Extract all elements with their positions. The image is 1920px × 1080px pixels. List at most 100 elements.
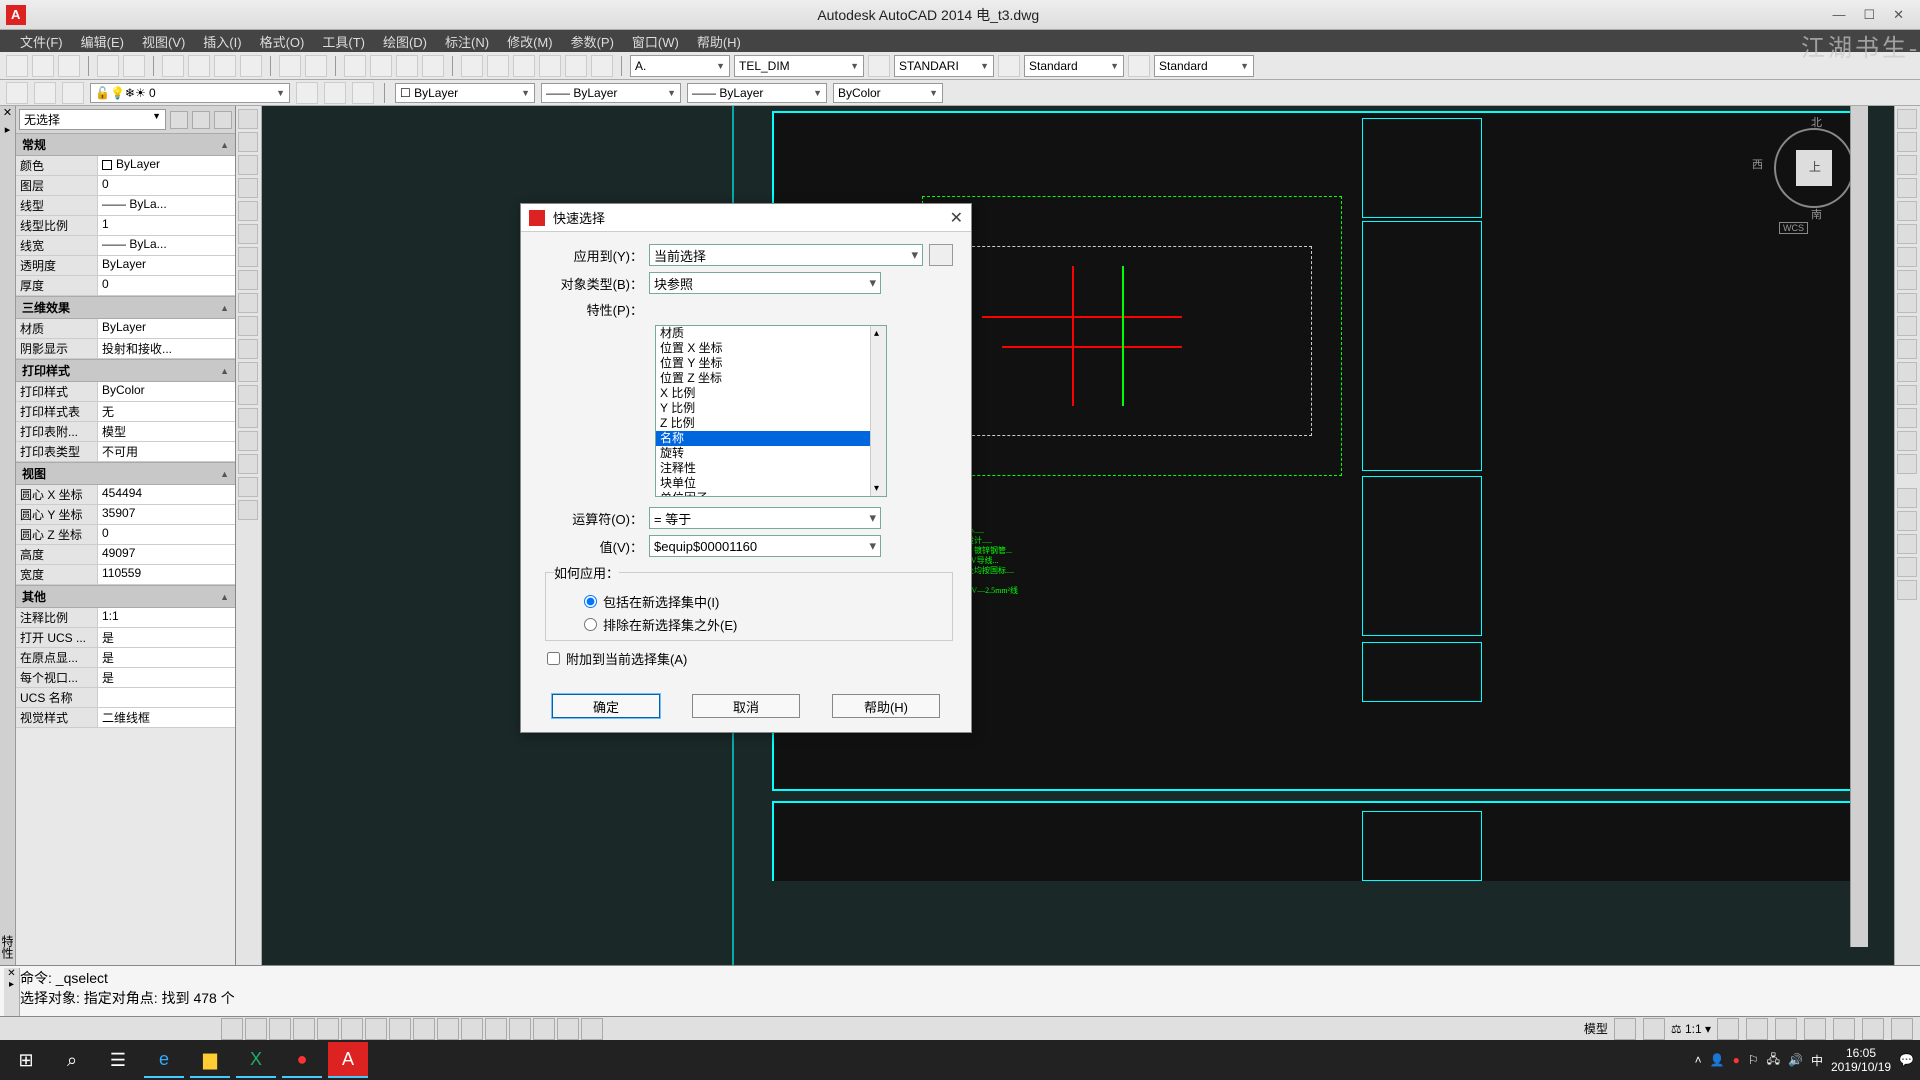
layer-props-icon[interactable]	[6, 82, 28, 104]
menu-format[interactable]: 格式(O)	[260, 32, 305, 51]
select-objects-icon[interactable]	[929, 244, 953, 266]
prop-value[interactable]: 49097	[98, 545, 235, 564]
prop-section[interactable]: 三维效果	[16, 296, 235, 319]
layer-combo[interactable]: 🔓💡❄☀ 0	[90, 83, 290, 103]
tray-notif-icon[interactable]: 💬	[1899, 1053, 1914, 1067]
prop-row[interactable]: 打开 UCS ...是	[16, 628, 235, 648]
props-icon[interactable]	[461, 55, 483, 77]
prop-value[interactable]: 是	[98, 628, 235, 647]
prop-row[interactable]: 材质ByLayer	[16, 319, 235, 339]
prop-section[interactable]: 视图	[16, 462, 235, 485]
navbar-icon[interactable]	[1897, 488, 1917, 508]
menu-file[interactable]: 文件(F)	[20, 32, 63, 51]
record-icon[interactable]: ●	[282, 1042, 322, 1078]
navshow-icon[interactable]	[1897, 580, 1917, 600]
prop-row[interactable]: 颜色ByLayer	[16, 156, 235, 176]
addsel-icon[interactable]	[238, 500, 258, 520]
rectangle-icon[interactable]	[238, 178, 258, 198]
clean-icon[interactable]	[1891, 1018, 1913, 1040]
layer-make-icon[interactable]	[296, 82, 318, 104]
prop-row[interactable]: 圆心 Y 坐标35907	[16, 505, 235, 525]
menu-draw[interactable]: 绘图(D)	[383, 32, 427, 51]
block-icon[interactable]	[238, 339, 258, 359]
selectobj-icon[interactable]	[192, 111, 210, 129]
stretch-icon[interactable]	[1897, 293, 1917, 313]
erase-icon[interactable]	[1897, 109, 1917, 129]
quickselect-icon[interactable]	[170, 111, 188, 129]
menu-modify[interactable]: 修改(M)	[507, 32, 553, 51]
print-icon[interactable]	[97, 55, 119, 77]
edge-icon[interactable]: e	[144, 1042, 184, 1078]
chamfer-icon[interactable]	[1897, 408, 1917, 428]
list-item[interactable]: 位置 Y 坐标	[656, 356, 886, 371]
redo-icon[interactable]	[305, 55, 327, 77]
dyn-icon[interactable]	[413, 1018, 435, 1040]
extend-icon[interactable]	[1897, 339, 1917, 359]
prop-value[interactable]: 0	[98, 276, 235, 295]
otrack-icon[interactable]	[365, 1018, 387, 1040]
designcenter-icon[interactable]	[487, 55, 509, 77]
model-space-btn[interactable]: 模型	[1584, 1020, 1608, 1037]
maximize-icon[interactable]: ☐	[1863, 7, 1875, 23]
isolate-icon[interactable]	[1862, 1018, 1884, 1040]
radio-include[interactable]: 包括在新选择集中(I)	[584, 592, 944, 611]
layer-filter-icon[interactable]	[62, 82, 84, 104]
ellipsearc-icon[interactable]	[238, 316, 258, 336]
dialog-close-icon[interactable]: ✕	[950, 208, 963, 228]
menu-view[interactable]: 视图(V)	[142, 32, 185, 51]
lineweight-combo[interactable]: —— ByLayer	[541, 83, 681, 103]
tpy-icon[interactable]	[461, 1018, 483, 1040]
save-icon[interactable]	[58, 55, 80, 77]
prop-value[interactable]: ByLayer	[98, 319, 235, 338]
operator-combo[interactable]: = 等于	[649, 507, 881, 529]
cancel-button[interactable]: 取消	[692, 694, 800, 718]
tray-ime-icon[interactable]: 中	[1811, 1052, 1823, 1069]
list-item[interactable]: 单位因子	[656, 491, 886, 497]
ws-icon[interactable]	[1775, 1018, 1797, 1040]
ellipse-icon[interactable]	[238, 293, 258, 313]
prop-row[interactable]: 图层0	[16, 176, 235, 196]
ortho-icon[interactable]	[269, 1018, 291, 1040]
prop-section[interactable]: 其他	[16, 585, 235, 608]
copy-icon[interactable]	[188, 55, 210, 77]
prop-value[interactable]: 1:1	[98, 608, 235, 627]
sheetset-icon[interactable]	[539, 55, 561, 77]
wcs-label[interactable]: WCS	[1779, 222, 1808, 234]
paste-icon[interactable]	[214, 55, 236, 77]
autocad-icon[interactable]: A	[328, 1042, 368, 1078]
prop-value[interactable]: ByLayer	[98, 256, 235, 275]
togglepick-icon[interactable]	[214, 111, 232, 129]
plot-icon[interactable]	[123, 55, 145, 77]
table-icon[interactable]	[238, 454, 258, 474]
zoom-prev-icon[interactable]	[422, 55, 444, 77]
trim-icon[interactable]	[1897, 316, 1917, 336]
prop-row[interactable]: 注释比例1:1	[16, 608, 235, 628]
navzoom-icon[interactable]	[1897, 534, 1917, 554]
point-icon[interactable]	[238, 362, 258, 382]
prop-value[interactable]: —— ByLa...	[98, 196, 235, 215]
annoauto-icon[interactable]	[1746, 1018, 1768, 1040]
hatch-icon[interactable]	[238, 385, 258, 405]
prop-value[interactable]	[98, 688, 235, 707]
tablestyle-drop[interactable]: STANDARI	[894, 55, 994, 77]
copy-obj-icon[interactable]	[1897, 132, 1917, 152]
prop-row[interactable]: 高度49097	[16, 545, 235, 565]
rotate-icon[interactable]	[1897, 247, 1917, 267]
prop-row[interactable]: 在原点显...是	[16, 648, 235, 668]
explorer-icon[interactable]: ▆	[190, 1042, 230, 1078]
tb2-icon[interactable]	[581, 1018, 603, 1040]
snap-icon[interactable]	[221, 1018, 243, 1040]
tb1-icon[interactable]	[557, 1018, 579, 1040]
list-item[interactable]: Y 比例	[656, 401, 886, 416]
check-append[interactable]: 附加到当前选择集(A)	[547, 649, 953, 668]
prop-value[interactable]: 模型	[98, 422, 235, 441]
textstyle-drop[interactable]: A.	[630, 55, 730, 77]
menubar[interactable]: 文件(F) 编辑(E) 视图(V) 插入(I) 格式(O) 工具(T) 绘图(D…	[0, 30, 1920, 52]
grid-display-icon[interactable]	[1614, 1018, 1636, 1040]
prop-row[interactable]: 阴影显示投射和接收...	[16, 339, 235, 359]
tray-vol-icon[interactable]: 🔊	[1788, 1053, 1803, 1067]
radio-exclude[interactable]: 排除在新选择集之外(E)	[584, 615, 944, 634]
open-icon[interactable]	[32, 55, 54, 77]
prop-value[interactable]: 无	[98, 402, 235, 421]
3dosnap-icon[interactable]	[341, 1018, 363, 1040]
